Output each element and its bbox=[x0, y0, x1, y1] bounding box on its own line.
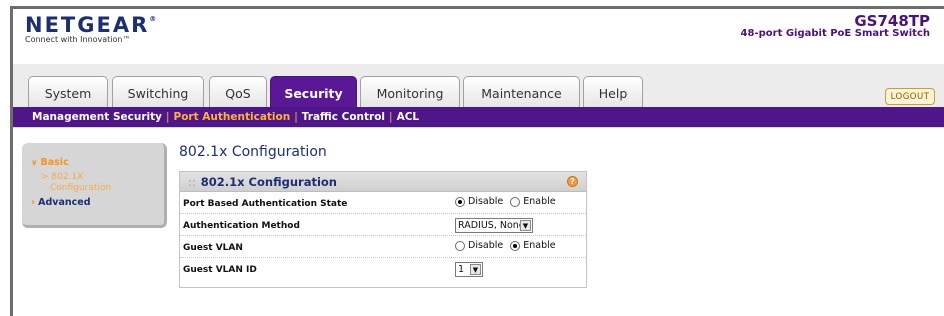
guest-vlan-label: Guest VLAN bbox=[183, 243, 243, 253]
security-subnav: Management Security | Port Authenticatio… bbox=[13, 107, 944, 127]
tab-system[interactable]: System bbox=[28, 76, 108, 109]
tab-switching[interactable]: Switching bbox=[112, 76, 204, 109]
tab-maintenance[interactable]: Maintenance bbox=[463, 76, 580, 109]
auth-method-select[interactable]: RADIUS, None ▼ bbox=[455, 218, 533, 233]
subnav-management-security[interactable]: Management Security bbox=[32, 111, 162, 123]
subnav-separator: | bbox=[294, 111, 298, 123]
chevron-right-icon: › bbox=[31, 197, 36, 208]
logout-button[interactable]: LOGOUT bbox=[885, 88, 935, 105]
auth-method-label: Authentication Method bbox=[183, 221, 300, 231]
subnav-port-authentication[interactable]: Port Authentication bbox=[174, 111, 291, 123]
port-auth-enable-option[interactable]: Enable bbox=[510, 196, 556, 207]
radio-unchecked[interactable] bbox=[455, 240, 465, 251]
sidebar-item-advanced[interactable]: › Advanced bbox=[31, 197, 164, 208]
sidebar-item-label: Basic bbox=[40, 157, 69, 168]
subnav-separator: | bbox=[165, 111, 170, 123]
sidebar-item-8021x-configuration[interactable]: > 802.1X Configuration bbox=[41, 172, 164, 194]
guest-vlan-radios: Disable Enable bbox=[455, 240, 563, 251]
option-label: Enable bbox=[523, 196, 556, 207]
sidebar-sub-label: 802.1X bbox=[51, 172, 84, 182]
panel-title: 802.1x Configuration bbox=[200, 174, 337, 189]
guest-vlan-id-label: Guest VLAN ID bbox=[183, 265, 257, 275]
sidebar-menu: ∨ Basic > 802.1X Configuration › Advance… bbox=[22, 143, 167, 228]
chevron-right-icon: > bbox=[41, 172, 52, 182]
tab-monitoring[interactable]: Monitoring bbox=[360, 76, 460, 109]
panel-header: :: 802.1x Configuration ? bbox=[180, 172, 586, 192]
radio-checked[interactable] bbox=[455, 196, 465, 207]
port-auth-disable-option[interactable]: Disable bbox=[455, 196, 503, 207]
row-guest-vlan: Guest VLAN Disable Enable bbox=[180, 237, 586, 258]
subnav-separator: | bbox=[389, 111, 393, 123]
guest-vlan-disable-option[interactable]: Disable bbox=[455, 240, 503, 251]
main-tab-bar: System Switching QoS Security Monitoring… bbox=[13, 64, 944, 110]
app-frame: NETGEAR® Connect with Innovation™ GS748T… bbox=[10, 6, 944, 316]
option-label: Disable bbox=[468, 196, 504, 207]
auth-method-control: RADIUS, None ▼ bbox=[455, 218, 533, 233]
guest-vlan-id-control: 1 ▼ bbox=[455, 262, 483, 277]
subnav-traffic-control[interactable]: Traffic Control bbox=[302, 111, 385, 123]
row-guest-vlan-id: Guest VLAN ID 1 ▼ bbox=[180, 259, 586, 281]
sidebar-sub-label: Configuration bbox=[50, 183, 112, 193]
port-auth-state-label: Port Based Authentication State bbox=[183, 199, 348, 209]
config-panel: :: 802.1x Configuration ? Port Based Aut… bbox=[179, 171, 587, 288]
chevron-down-icon[interactable]: ▼ bbox=[520, 220, 531, 231]
guest-vlan-enable-option[interactable]: Enable bbox=[510, 240, 556, 251]
port-auth-state-radios: Disable Enable bbox=[455, 196, 563, 207]
sidebar-item-basic[interactable]: ∨ Basic bbox=[31, 157, 164, 168]
subnav-acl[interactable]: ACL bbox=[397, 111, 420, 123]
guest-vlan-id-select[interactable]: 1 ▼ bbox=[455, 262, 483, 277]
radio-unchecked[interactable] bbox=[510, 196, 521, 207]
chevron-down-icon: ∨ bbox=[31, 158, 38, 167]
device-description: 48-port Gigabit PoE Smart Switch bbox=[740, 28, 930, 39]
brand-tagline: Connect with Innovation™ bbox=[25, 35, 131, 44]
content-divider bbox=[13, 127, 944, 137]
tab-security[interactable]: Security bbox=[270, 76, 357, 110]
chevron-down-icon[interactable]: ▼ bbox=[470, 264, 481, 275]
row-port-auth-state: Port Based Authentication State Disable … bbox=[180, 193, 586, 214]
drag-handle-icon: :: bbox=[188, 174, 196, 189]
option-label: Disable bbox=[468, 240, 504, 251]
sidebar-item-label: Advanced bbox=[38, 197, 91, 208]
help-icon[interactable]: ? bbox=[567, 176, 578, 187]
select-value: RADIUS, None bbox=[458, 220, 525, 231]
header: NETGEAR® Connect with Innovation™ GS748T… bbox=[13, 9, 944, 47]
page-title: 802.1x Configuration bbox=[179, 144, 327, 160]
tab-qos[interactable]: QoS bbox=[209, 76, 267, 109]
netgear-logo: NETGEAR® bbox=[25, 13, 157, 37]
row-auth-method: Authentication Method RADIUS, None ▼ bbox=[180, 215, 586, 236]
select-value: 1 bbox=[458, 264, 465, 275]
tab-help[interactable]: Help bbox=[583, 76, 643, 109]
radio-checked[interactable] bbox=[510, 240, 521, 251]
option-label: Enable bbox=[523, 240, 556, 251]
